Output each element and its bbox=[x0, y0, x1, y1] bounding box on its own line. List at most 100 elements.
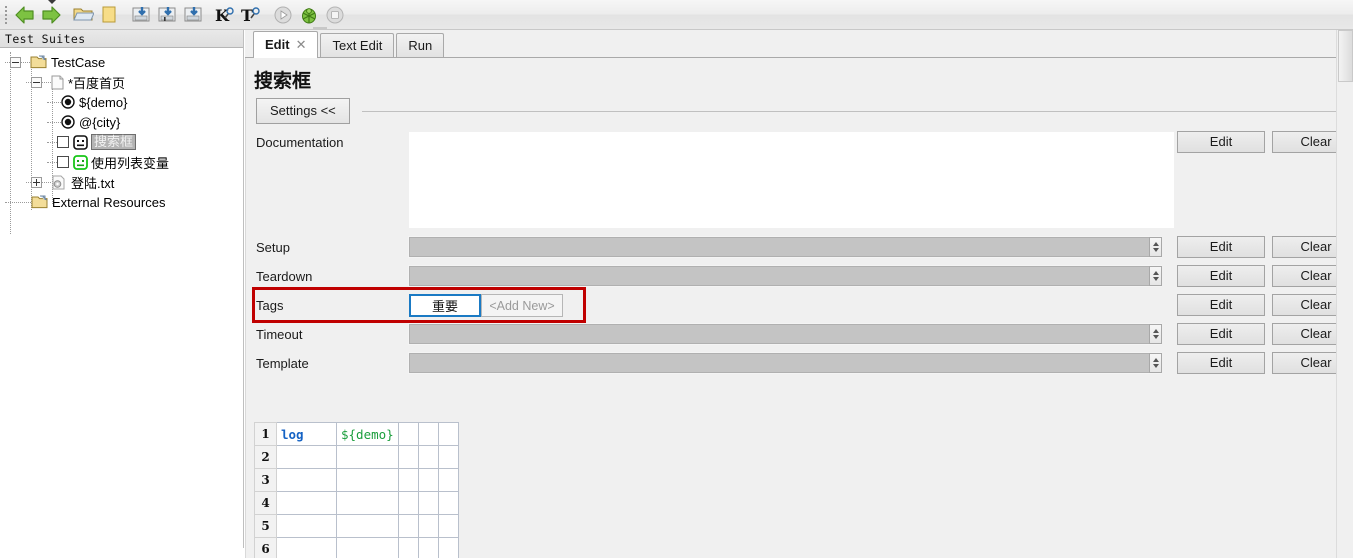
template-input[interactable] bbox=[408, 352, 1162, 374]
tree-item-scalar-demo[interactable]: ${demo} bbox=[0, 92, 243, 112]
close-icon[interactable]: ✕ bbox=[296, 32, 307, 58]
table-row[interactable]: 4 bbox=[254, 491, 459, 515]
search-tests-icon[interactable]: T bbox=[238, 2, 264, 28]
tree-item-checkbox[interactable] bbox=[57, 136, 69, 148]
setup-spinner[interactable] bbox=[1149, 237, 1162, 257]
editor-vertical-scrollbar[interactable] bbox=[1336, 30, 1353, 558]
grid-cell[interactable] bbox=[417, 468, 439, 492]
table-row[interactable]: 5 bbox=[254, 514, 459, 538]
tab-run[interactable]: Run bbox=[396, 33, 445, 57]
grid-cell[interactable] bbox=[437, 514, 459, 538]
grid-cell[interactable] bbox=[417, 514, 439, 538]
debug-icon[interactable] bbox=[296, 2, 322, 28]
table-row[interactable]: 3 bbox=[254, 468, 459, 492]
tab-text-edit[interactable]: Text Edit bbox=[320, 33, 395, 57]
row-number: 6 bbox=[254, 537, 277, 558]
run-icon[interactable] bbox=[270, 2, 296, 28]
template-edit-button[interactable]: Edit bbox=[1177, 352, 1265, 374]
grid-cell[interactable] bbox=[336, 445, 399, 469]
tree-item-label: 登陆.txt bbox=[71, 175, 115, 191]
template-spinner[interactable] bbox=[1149, 353, 1162, 373]
grid-cell[interactable] bbox=[437, 491, 459, 515]
grid-cell[interactable] bbox=[276, 468, 337, 492]
grid-cell[interactable] bbox=[276, 537, 337, 558]
grid-cell[interactable] bbox=[437, 537, 459, 558]
editor-tabbar: Edit ✕ Text Edit Run bbox=[245, 30, 1353, 58]
row-label: Teardown bbox=[256, 269, 313, 284]
grid-cell[interactable] bbox=[397, 537, 419, 558]
expander-minus-icon[interactable] bbox=[10, 56, 21, 68]
save-all-icon[interactable] bbox=[180, 2, 206, 28]
save-icon[interactable] bbox=[128, 2, 154, 28]
tree-item-checkbox[interactable] bbox=[57, 156, 69, 168]
stop-icon[interactable] bbox=[322, 2, 348, 28]
svg-text:T: T bbox=[241, 6, 253, 25]
documentation-edit-button[interactable]: Edit bbox=[1177, 131, 1265, 153]
tags-edit-button[interactable]: Edit bbox=[1177, 294, 1265, 316]
form-row-teardown: Teardown Edit Clear bbox=[246, 262, 1353, 291]
scrollbar-thumb[interactable] bbox=[1338, 30, 1353, 82]
forward-icon[interactable] bbox=[38, 2, 64, 28]
timeout-spinner[interactable] bbox=[1149, 324, 1162, 344]
tree-item-testcase[interactable]: TestCase bbox=[0, 52, 243, 72]
tab-edit[interactable]: Edit ✕ bbox=[253, 31, 319, 58]
settings-toggle-button[interactable]: Settings << bbox=[256, 98, 350, 124]
grid-cell[interactable] bbox=[397, 514, 419, 538]
grid-cell[interactable] bbox=[336, 491, 399, 515]
form-row-documentation: Documentation Edit Clear bbox=[246, 128, 1353, 233]
grid-cell[interactable] bbox=[417, 422, 439, 446]
teardown-input[interactable] bbox=[408, 265, 1162, 287]
grid-cell[interactable] bbox=[336, 537, 399, 558]
external-resources-icon bbox=[31, 195, 48, 209]
test-suites-tree[interactable]: TestCase *百度首页 ${demo} @{city} 搜索框 使用列表变… bbox=[0, 48, 243, 234]
grid-cell[interactable] bbox=[437, 468, 459, 492]
table-row[interactable]: 2 bbox=[254, 445, 459, 469]
grid-cell[interactable] bbox=[276, 491, 337, 515]
grid-cell[interactable] bbox=[276, 514, 337, 538]
test-suites-panel: Test Suites TestCase *百度首页 ${demo} @{cit… bbox=[0, 30, 245, 558]
tree-item-baidu-home[interactable]: *百度首页 bbox=[0, 72, 243, 92]
tree-item-login-txt[interactable]: 登陆.txt bbox=[0, 172, 243, 192]
tree-item-search-box[interactable]: 搜索框 bbox=[0, 132, 243, 152]
grid-cell[interactable] bbox=[417, 537, 439, 558]
back-icon[interactable] bbox=[12, 2, 38, 28]
timeout-input[interactable] bbox=[408, 323, 1162, 345]
teardown-edit-button[interactable]: Edit bbox=[1177, 265, 1265, 287]
grid-cell[interactable] bbox=[397, 445, 419, 469]
tree-item-use-list-variable[interactable]: 使用列表变量 bbox=[0, 152, 243, 172]
setup-input[interactable] bbox=[408, 236, 1162, 258]
tag-chip-important[interactable]: 重要 bbox=[409, 294, 481, 317]
grid-cell[interactable] bbox=[336, 514, 399, 538]
grid-cell[interactable] bbox=[417, 491, 439, 515]
grid-cell[interactable] bbox=[417, 445, 439, 469]
expander-minus-icon[interactable] bbox=[31, 76, 42, 88]
expander-plus-icon[interactable] bbox=[31, 176, 42, 188]
documentation-textarea[interactable] bbox=[409, 132, 1174, 228]
table-row[interactable]: 6 bbox=[254, 537, 459, 558]
open-folder-icon[interactable] bbox=[70, 2, 96, 28]
row-number: 4 bbox=[254, 491, 277, 515]
grid-cell[interactable] bbox=[437, 422, 459, 446]
row-number: 2 bbox=[254, 445, 277, 469]
tree-item-external-resources[interactable]: External Resources bbox=[0, 192, 243, 212]
grid-cell[interactable] bbox=[397, 468, 419, 492]
grid-cell[interactable] bbox=[437, 445, 459, 469]
timeout-edit-button[interactable]: Edit bbox=[1177, 323, 1265, 345]
table-row[interactable]: 1 log ${demo} bbox=[254, 422, 459, 446]
tree-item-label: 使用列表变量 bbox=[91, 155, 170, 171]
grid-cell[interactable] bbox=[397, 491, 419, 515]
new-file-icon[interactable] bbox=[96, 2, 122, 28]
grid-cell[interactable] bbox=[276, 445, 337, 469]
tag-add-new-button[interactable]: <Add New> bbox=[481, 294, 563, 317]
search-keyword-icon[interactable]: K bbox=[212, 2, 238, 28]
settings-divider bbox=[362, 111, 1338, 112]
grid-cell[interactable] bbox=[397, 422, 419, 446]
keyword-grid[interactable]: 1 log ${demo} 2 3 4 5 6 bbox=[254, 422, 459, 558]
row-number: 5 bbox=[254, 514, 277, 538]
setup-edit-button[interactable]: Edit bbox=[1177, 236, 1265, 258]
toolbar-grip[interactable] bbox=[1, 4, 10, 26]
tree-item-list-city[interactable]: @{city} bbox=[0, 112, 243, 132]
save-as-icon[interactable] bbox=[154, 2, 180, 28]
teardown-spinner[interactable] bbox=[1149, 266, 1162, 286]
grid-cell[interactable] bbox=[336, 468, 399, 492]
